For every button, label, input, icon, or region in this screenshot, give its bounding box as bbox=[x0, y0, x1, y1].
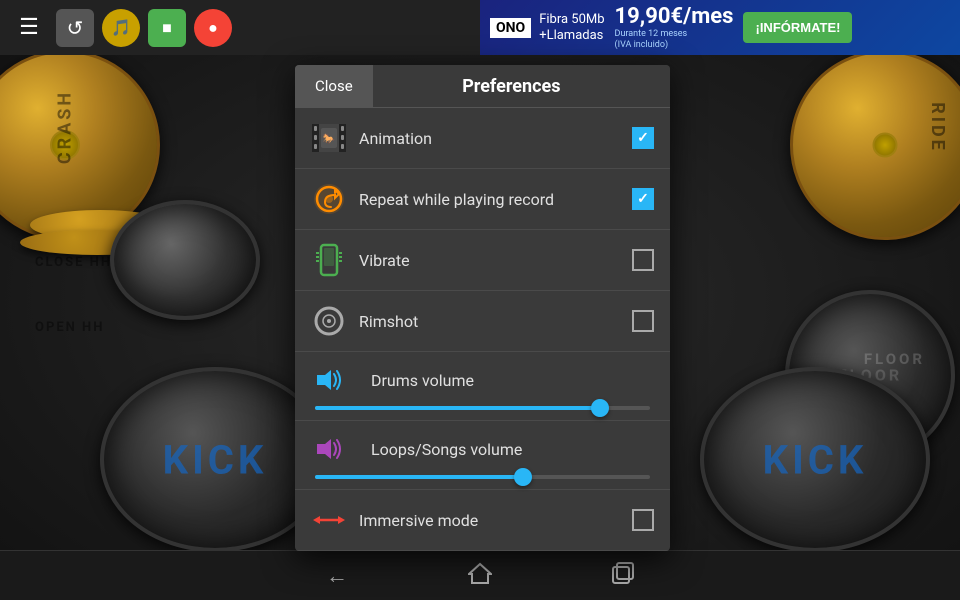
rimshot-checkbox[interactable] bbox=[632, 310, 654, 332]
loops-volume-row: Loops/Songs volume bbox=[295, 421, 670, 490]
ad-brand: ONO bbox=[490, 18, 531, 38]
metronome-button[interactable]: 🎵 bbox=[102, 9, 140, 47]
animation-checkbox[interactable] bbox=[632, 127, 654, 149]
ad-banner: ONO Fibra 50Mb +Llamadas 19,90€/mes Dura… bbox=[480, 0, 960, 55]
preferences-body: 🐎 Animation Repeat while playing record bbox=[295, 108, 670, 551]
drums-volume-row: Drums volume bbox=[295, 352, 670, 421]
animation-row[interactable]: 🐎 Animation bbox=[295, 108, 670, 169]
ad-cta-button[interactable]: ¡INFÓRMATE! bbox=[743, 12, 852, 43]
vibrate-checkbox[interactable] bbox=[632, 249, 654, 271]
preferences-title: Preferences bbox=[373, 76, 670, 97]
repeat-icon bbox=[311, 181, 347, 217]
bottom-nav-bar: ← bbox=[0, 550, 960, 600]
menu-button[interactable]: ☰ bbox=[10, 9, 48, 47]
rimshot-label: Rimshot bbox=[359, 312, 632, 331]
close-button[interactable]: Close bbox=[295, 65, 373, 107]
preferences-dialog: Close Preferences 🐎 bbox=[295, 65, 670, 551]
ad-small-text: Durante 12 meses (IVA incluido) bbox=[615, 29, 734, 51]
animation-label: Animation bbox=[359, 129, 632, 148]
drums-volume-icon bbox=[311, 362, 347, 398]
immersive-checkbox[interactable] bbox=[632, 509, 654, 531]
home-button[interactable] bbox=[468, 562, 492, 590]
refresh-button[interactable]: ↺ bbox=[56, 9, 94, 47]
repeat-checkbox[interactable] bbox=[632, 188, 654, 210]
drums-volume-label: Drums volume bbox=[371, 371, 474, 390]
immersive-icon bbox=[311, 502, 347, 538]
rimshot-row[interactable]: Rimshot bbox=[295, 291, 670, 352]
kick-drum-right: KICK bbox=[700, 367, 930, 552]
immersive-label: Immersive mode bbox=[359, 511, 632, 530]
repeat-label: Repeat while playing record bbox=[359, 190, 632, 209]
vibrate-label: Vibrate bbox=[359, 251, 632, 270]
record-button[interactable]: ■ bbox=[148, 9, 186, 47]
svg-text:🐎: 🐎 bbox=[323, 133, 336, 145]
back-button[interactable]: ← bbox=[326, 563, 348, 589]
vibrate-row[interactable]: Vibrate bbox=[295, 230, 670, 291]
loops-volume-slider[interactable] bbox=[315, 475, 650, 479]
loops-volume-label: Loops/Songs volume bbox=[371, 440, 522, 459]
rimshot-icon bbox=[311, 303, 347, 339]
snare-drum bbox=[110, 200, 260, 320]
ad-text: Fibra 50Mb +Llamadas bbox=[539, 12, 604, 43]
drums-volume-slider[interactable] bbox=[315, 406, 650, 410]
ride-cymbal: RIDE bbox=[790, 50, 960, 240]
loops-volume-icon bbox=[311, 431, 347, 467]
stop-button[interactable]: ● bbox=[194, 9, 232, 47]
immersive-row[interactable]: Immersive mode bbox=[295, 490, 670, 551]
repeat-row[interactable]: Repeat while playing record bbox=[295, 169, 670, 230]
recent-button[interactable] bbox=[612, 562, 634, 590]
animation-icon: 🐎 bbox=[311, 120, 347, 156]
ad-price: 19,90€/mes bbox=[615, 4, 734, 29]
vibrate-icon bbox=[311, 242, 347, 278]
preferences-header: Close Preferences bbox=[295, 65, 670, 108]
